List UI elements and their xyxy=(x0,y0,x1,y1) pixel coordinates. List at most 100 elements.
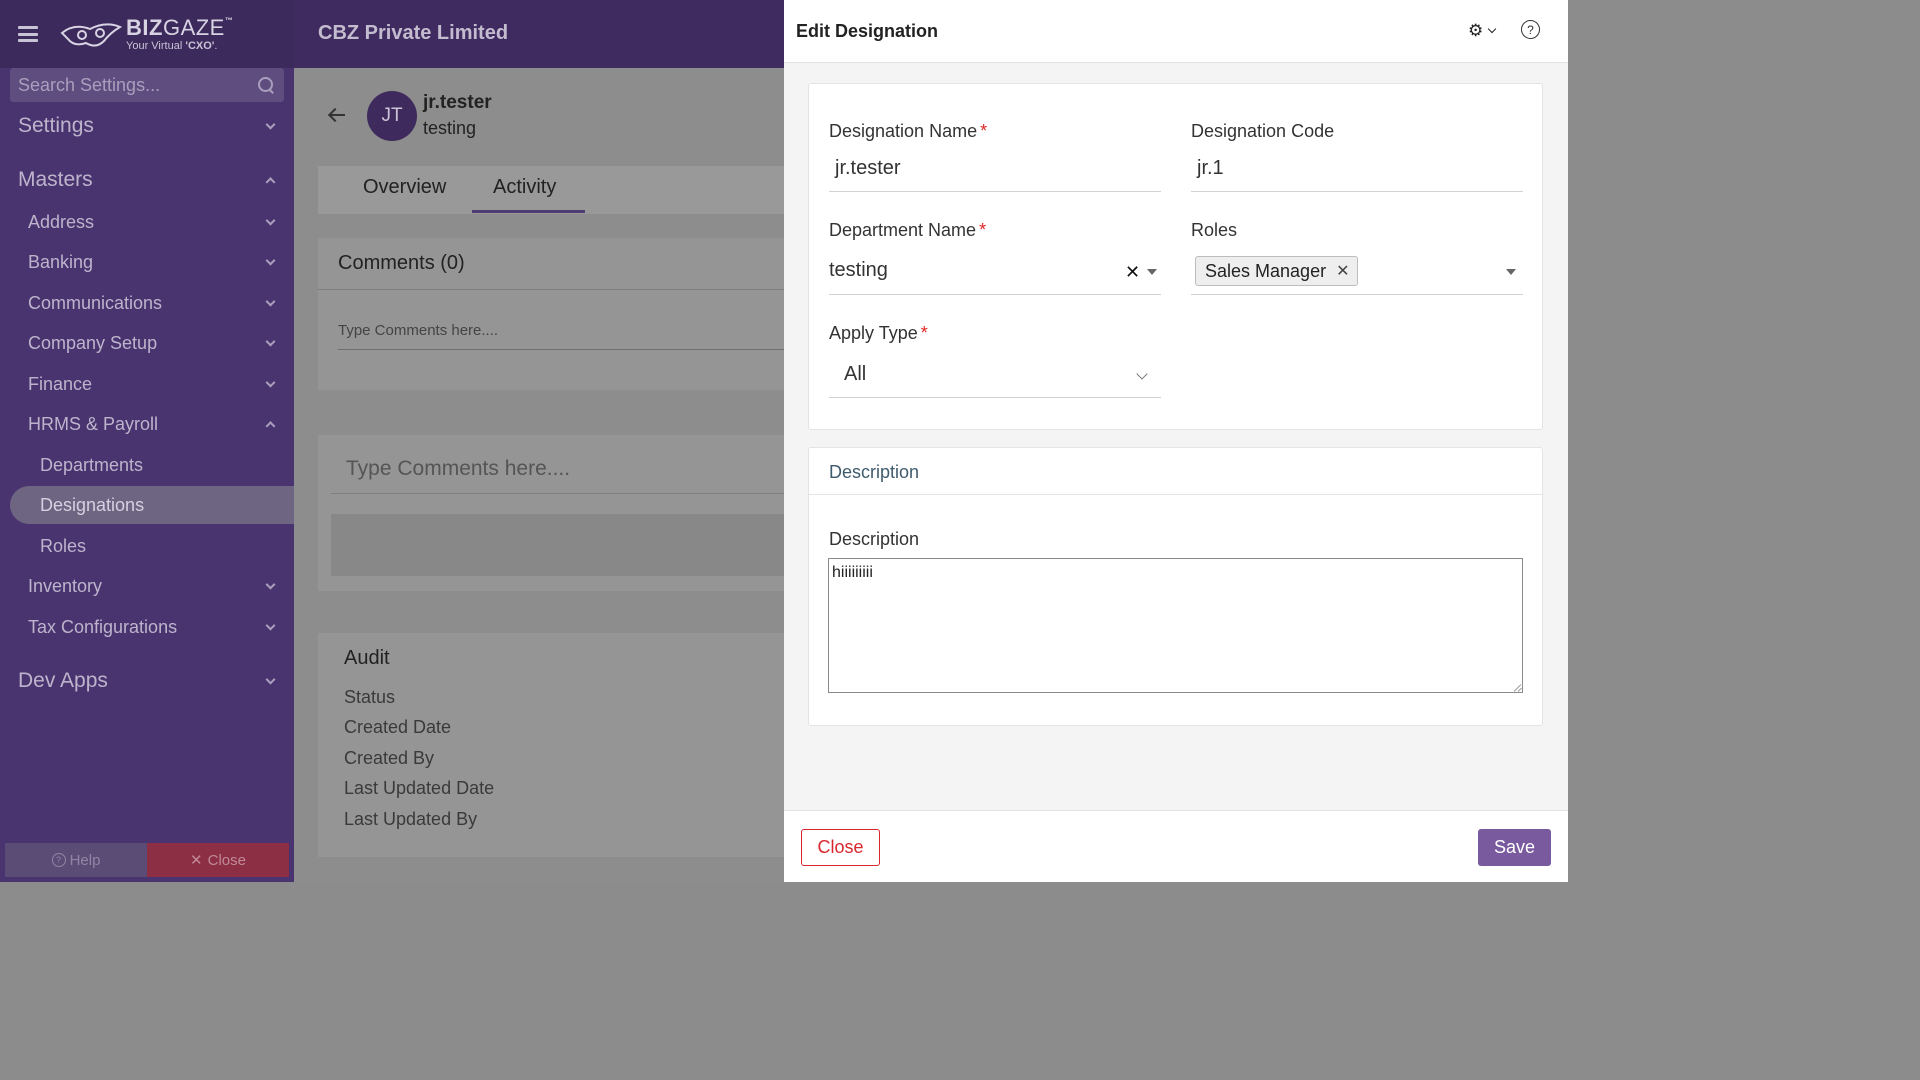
required-asterisk: * xyxy=(920,323,928,343)
owl-logo-icon xyxy=(60,23,122,47)
clear-icon[interactable]: ✕ xyxy=(1125,263,1140,281)
chevron-down-icon xyxy=(265,255,276,266)
audit-card: Audit Status Created Date Created By Las… xyxy=(318,633,784,857)
brand-tagline-pre: Your Virtual xyxy=(126,39,186,52)
apply-type-select[interactable]: All xyxy=(844,363,866,386)
close-button[interactable]: Close xyxy=(801,829,880,866)
field-underline xyxy=(829,191,1161,192)
brand-name-thin: GAZE xyxy=(162,14,225,40)
chevron-up-icon xyxy=(265,421,276,432)
save-button[interactable]: Save xyxy=(1478,829,1551,866)
help-icon[interactable]: ? xyxy=(1521,20,1540,39)
company-name[interactable]: CBZ Private Limited xyxy=(318,22,508,45)
resize-handle-icon[interactable] xyxy=(1514,684,1522,692)
dropdown-arrow-icon[interactable] xyxy=(1506,269,1516,275)
chevron-down-icon xyxy=(265,296,276,307)
sidebar-close-label: Close xyxy=(207,851,246,869)
top-bar: CBZ Private Limited xyxy=(294,0,784,68)
record-subtitle: testing xyxy=(423,118,477,138)
sidebar-item-label: Finance xyxy=(28,373,93,394)
record-page: JT jr.tester testing Overview Activity C… xyxy=(294,68,784,882)
sidebar-help-label: Help xyxy=(69,851,101,869)
designation-name-label: Designation Name * xyxy=(829,121,987,142)
department-name-label-text: Department Name xyxy=(829,220,977,240)
required-asterisk: * xyxy=(980,121,988,141)
comments-input[interactable]: Type Comments here.... xyxy=(338,322,784,350)
brand-tagline-bold: 'CXO' xyxy=(185,39,215,52)
audit-title: Audit xyxy=(344,647,390,669)
sidebar-item-masters[interactable]: Masters xyxy=(0,161,294,199)
sidebar-item-finance[interactable]: Finance xyxy=(0,365,294,403)
tab-overview[interactable]: Overview xyxy=(363,176,446,199)
close-icon: ✕ xyxy=(190,852,203,869)
chevron-down-icon[interactable] xyxy=(1136,368,1148,380)
sidebar-item-label: Inventory xyxy=(28,575,103,596)
role-chip-label: Sales Manager xyxy=(1205,260,1327,281)
chevron-down-icon xyxy=(1488,24,1497,34)
sidebar-item-label: Banking xyxy=(28,251,94,272)
field-underline xyxy=(1191,294,1523,295)
sidebar-item-hrms-payroll[interactable]: HRMS & Payroll xyxy=(0,405,294,443)
sidebar-item-roles[interactable]: Roles xyxy=(0,527,294,565)
sidebar-item-inventory[interactable]: Inventory xyxy=(0,567,294,605)
divider xyxy=(809,494,1542,495)
roles-label: Roles xyxy=(1191,220,1238,240)
chevron-down-icon xyxy=(265,579,276,590)
settings-menu-button[interactable]: ⚙ xyxy=(1468,22,1497,39)
edit-designation-panel: Edit Designation ⚙ ? Designation Name * j… xyxy=(784,0,1568,882)
field-underline xyxy=(1191,191,1523,192)
chevron-down-icon xyxy=(265,620,276,631)
brand-tm: ™ xyxy=(224,15,234,25)
remove-chip-icon[interactable]: ✕ xyxy=(1336,261,1349,281)
description-label: Description xyxy=(829,529,920,549)
sidebar-header: BIZGAZE™ Your Virtual 'CXO'. xyxy=(0,0,294,68)
sidebar-item-tax-configurations[interactable]: Tax Configurations xyxy=(0,608,294,646)
comment-box-input[interactable]: Type Comments here.... xyxy=(331,457,784,494)
sidebar-item-designations[interactable]: Designations xyxy=(10,486,294,524)
sidebar-item-label: Designations xyxy=(40,494,145,515)
sidebar-item-label: Roles xyxy=(40,535,87,556)
dropdown-arrow-icon[interactable] xyxy=(1147,269,1157,275)
panel-title: Edit Designation xyxy=(796,21,939,41)
sidebar-item-dev-apps[interactable]: Dev Apps xyxy=(0,662,294,700)
sidebar-item-label: Company Setup xyxy=(28,332,158,353)
audit-field: Last Updated Date xyxy=(344,778,495,798)
designation-name-field[interactable]: jr.tester xyxy=(835,157,901,180)
designation-name-label-text: Designation Name xyxy=(829,121,978,141)
sidebar-item-label: Dev Apps xyxy=(18,669,108,692)
sidebar-item-departments[interactable]: Departments xyxy=(0,446,294,484)
sidebar-help-button[interactable]: ? Help xyxy=(5,843,147,877)
chevron-down-icon xyxy=(265,119,276,130)
sidebar-item-settings[interactable]: Settings xyxy=(0,107,294,145)
tab-activity[interactable]: Activity xyxy=(493,176,556,199)
active-tab-indicator xyxy=(472,210,585,213)
sidebar-item-label: Communications xyxy=(28,292,163,313)
sidebar-item-banking[interactable]: Banking xyxy=(0,243,294,281)
chevron-down-icon xyxy=(265,215,276,226)
chevron-down-icon xyxy=(265,377,276,388)
search-icon[interactable] xyxy=(256,75,276,95)
sidebar-item-company-setup[interactable]: Company Setup xyxy=(0,324,294,362)
brand-logo[interactable]: BIZGAZE™ Your Virtual 'CXO'. xyxy=(60,14,234,52)
settings-search-input[interactable] xyxy=(18,74,256,96)
field-underline xyxy=(829,397,1161,398)
designation-code-field[interactable]: jr.1 xyxy=(1197,157,1224,180)
divider xyxy=(318,289,784,290)
sidebar-close-button[interactable]: ✕ Close xyxy=(147,843,289,877)
description-section-title[interactable]: Description xyxy=(829,462,919,483)
panel-footer: Close Save xyxy=(784,810,1568,882)
record-name: jr.tester xyxy=(423,92,492,113)
field-underline xyxy=(829,294,1161,295)
hamburger-menu-icon[interactable] xyxy=(18,26,38,42)
sidebar-item-communications[interactable]: Communications xyxy=(0,284,294,322)
department-name-label: Department Name * xyxy=(829,220,986,241)
sidebar-item-label: Departments xyxy=(40,454,144,475)
sidebar-item-address[interactable]: Address xyxy=(0,203,294,241)
back-arrow-icon[interactable] xyxy=(328,108,346,122)
avatar: JT xyxy=(367,91,417,141)
department-name-select[interactable]: testing xyxy=(829,259,888,282)
brand-tagline-post: . xyxy=(214,39,218,52)
role-chip: Sales Manager ✕ xyxy=(1195,256,1359,286)
description-textarea[interactable]: hiiiiiiiii xyxy=(828,558,1523,693)
chevron-down-icon xyxy=(265,336,276,347)
